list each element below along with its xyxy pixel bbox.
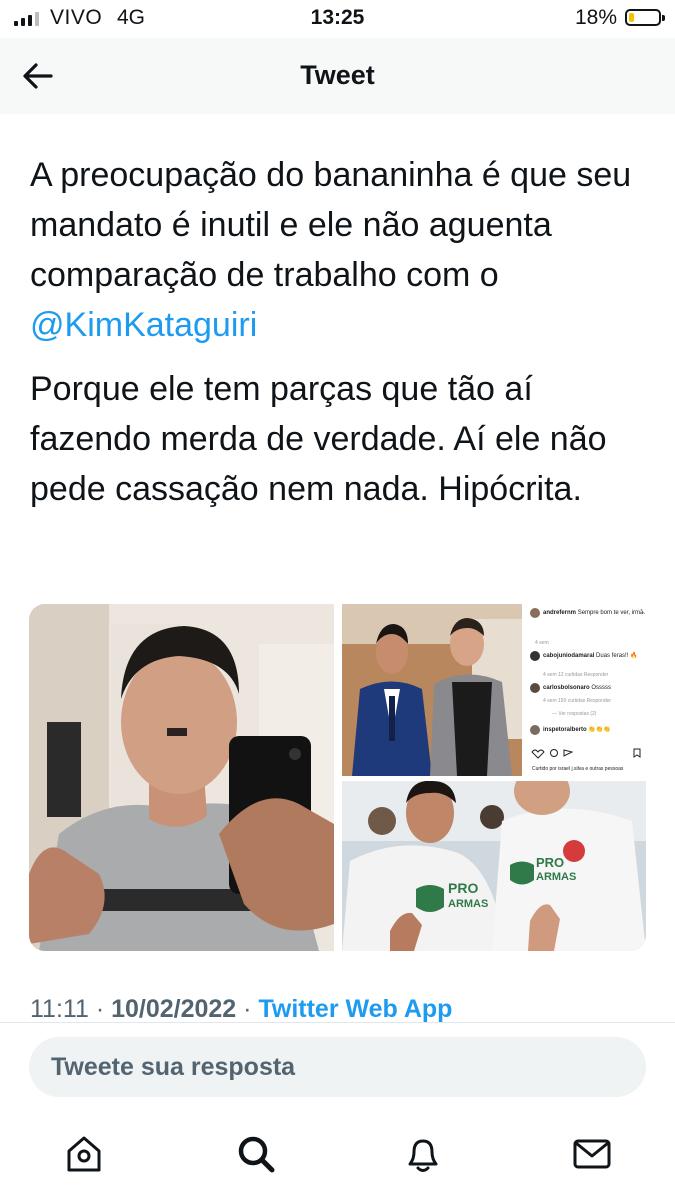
battery-icon — [625, 9, 665, 26]
ig-comment-text: Duas feras!! 🔥 — [596, 651, 637, 659]
search-icon[interactable] — [234, 1132, 278, 1176]
status-time: 13:25 — [310, 6, 365, 29]
ig-comment-user: andrefernm — [543, 610, 576, 616]
top-bar: Tweet — [0, 38, 675, 114]
ig-liked-by: Curtido por israel j.silva e outras pess… — [532, 766, 624, 772]
svg-text:4 sem 150 curtidas Responder: 4 sem 150 curtidas Responder — [543, 698, 611, 704]
ig-comment-user: carlosbolsonaro — [543, 685, 590, 691]
ig-comment-user: inspetoralberto — [543, 727, 587, 733]
shirt-text-armas: ARMAS — [448, 898, 488, 910]
meta-separator: · — [243, 995, 252, 1022]
reply-placeholder: Tweete sua resposta — [51, 1053, 296, 1081]
battery-percent: 18% — [574, 6, 617, 29]
ig-comment-text: 👏👏👏 — [588, 725, 610, 733]
tweet-time: 11:11 — [30, 995, 89, 1022]
shirt-text-pro: PRO — [448, 880, 478, 896]
tweet-metadata: 11:11 · 10/02/2022 · Twitter Web App — [30, 995, 452, 1022]
tweet-media-grid: andrefernm Sempre bom te ver, irmão. Vam… — [29, 604, 646, 951]
svg-text:inspetoralberto 👏👏👏: inspetoralberto 👏👏👏 — [543, 725, 611, 733]
divider — [0, 1022, 675, 1023]
notifications-icon[interactable] — [401, 1132, 445, 1176]
ig-comment-user: cabojuniodamaral — [543, 653, 595, 659]
mention-link[interactable]: @KimKataguiri — [30, 306, 257, 344]
instagram-post-screenshot[interactable]: andrefernm Sempre bom te ver, irmão. Vam… — [342, 604, 646, 776]
ig-comment-text: Sempre bom te ver, irmão. Vamos vencer! … — [578, 608, 646, 616]
svg-text:4 sem 12 curtidas Responder: 4 sem 12 curtidas Responder — [543, 672, 609, 678]
selfie-photo[interactable] — [29, 604, 334, 951]
svg-text:carlosbolsonaro Osssss: carlosbolsonaro Osssss — [543, 685, 611, 691]
tweet-paragraph-1: A preocupação do bananinha é que seu man… — [30, 150, 650, 350]
page-title: Tweet — [300, 60, 375, 90]
svg-text:andrefernm Sempre bom te ver,: andrefernm Sempre bom te ver, irmão. Vam… — [543, 608, 646, 616]
tweet-source-link[interactable]: Twitter Web App — [258, 995, 452, 1022]
tweet-paragraph-2: Porque ele tem parças que tão aí fazendo… — [30, 370, 607, 508]
svg-text:cabojuniodamaral Duas feras!!: cabojuniodamaral Duas feras!! 🔥 — [543, 651, 638, 659]
reply-input[interactable]: Tweete sua resposta — [29, 1037, 646, 1097]
tweet-text: A preocupação do bananinha é que seu man… — [30, 150, 650, 528]
messages-icon[interactable] — [570, 1132, 614, 1176]
meta-separator: · — [95, 995, 105, 1022]
tweet-date: 10/02/2022 — [111, 995, 237, 1022]
svg-text:PRO: PRO — [536, 855, 564, 870]
pro-armas-photo[interactable]: PRO ARMAS PRO ARMAS — [342, 781, 646, 951]
svg-text:ARMAS: ARMAS — [536, 871, 576, 883]
svg-text:4 sem: 4 sem — [535, 640, 549, 646]
bottom-navigation — [0, 1120, 675, 1200]
ig-comment-text: Osssss — [591, 685, 611, 691]
home-icon[interactable] — [62, 1132, 106, 1176]
tweet-paragraph-1-text: A preocupação do bananinha é que seu man… — [30, 156, 632, 294]
svg-text:— Ver respostas (2): — Ver respostas (2) — [552, 711, 597, 717]
status-bar: VIVO 4G 13:25 18% — [0, 0, 675, 38]
